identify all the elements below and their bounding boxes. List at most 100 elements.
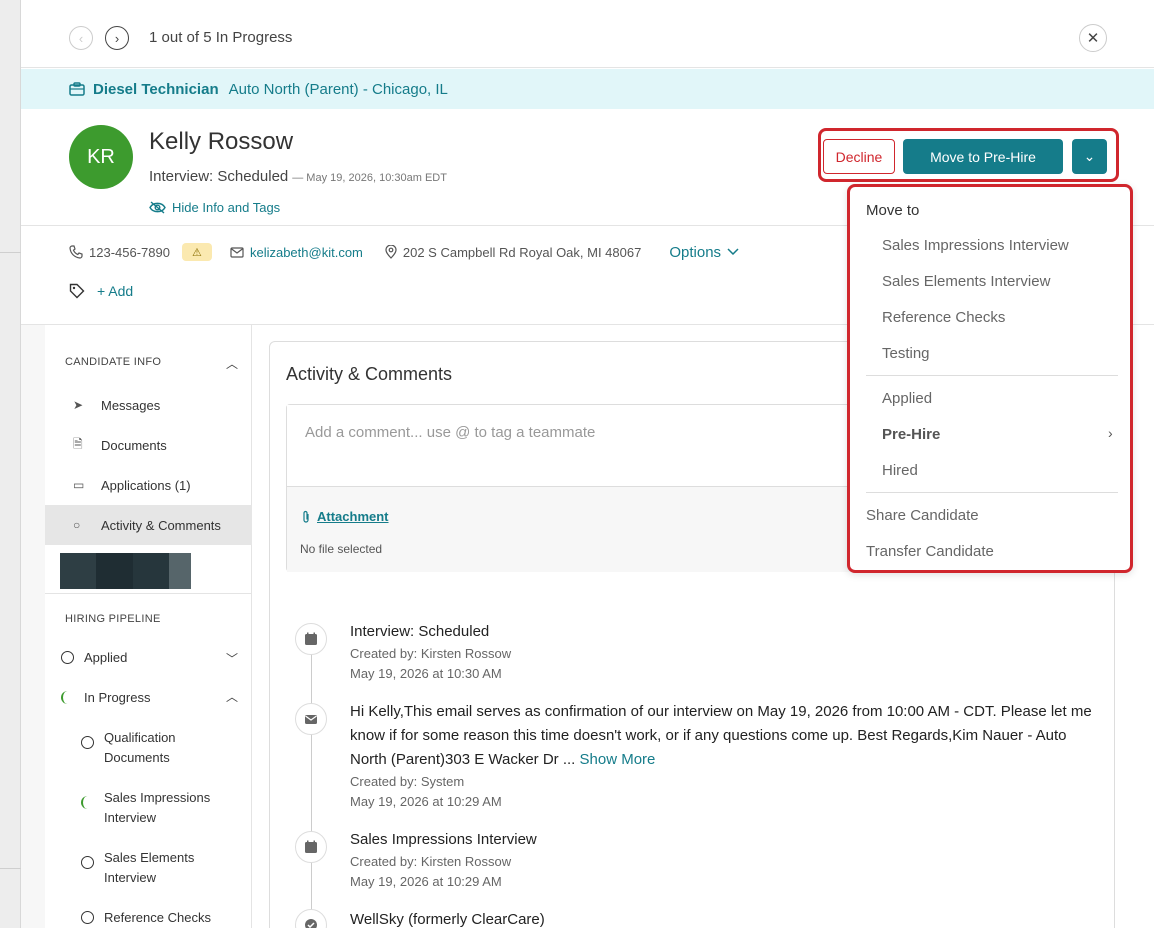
attachment-button[interactable]: Attachment: [301, 509, 389, 524]
entry-date: May 19, 2026 at 10:30 AM: [350, 666, 502, 681]
entry-title: Interview: Scheduled: [350, 623, 490, 640]
menu-item-reference-checks[interactable]: Reference Checks: [882, 309, 1005, 326]
entry-created: Created by: Kirsten Rossow: [350, 854, 512, 869]
move-to-pre-hire-button[interactable]: Move to Pre-Hire: [903, 139, 1063, 174]
in-progress-icon: [81, 796, 94, 809]
menu-item-pre-hire[interactable]: Pre-Hire: [882, 426, 940, 443]
sidebar-item-label: Applications (1): [101, 477, 191, 493]
timeline-entry: Interview: Scheduled Created by: Kirsten…: [350, 620, 1100, 684]
menu-item-sales-impressions[interactable]: Sales Impressions Interview: [882, 237, 1069, 254]
sidebar-item-label: Activity & Comments: [101, 517, 221, 533]
pipeline-applied[interactable]: Applied: [61, 648, 127, 668]
email-body: Hi Kelly,This email serves as confirmati…: [350, 703, 1092, 768]
chevron-down-icon[interactable]: ﹀: [226, 650, 238, 667]
status-text: Interview: Scheduled: [149, 168, 289, 185]
sidebar-item-label: Documents: [101, 437, 167, 453]
candidate-panel: ‹ › 1 out of 5 In Progress ✕ Diesel Tech…: [21, 0, 1154, 928]
entry-title: Hi Kelly,This email serves as confirmati…: [350, 700, 1100, 772]
add-tag-button[interactable]: + Add: [97, 283, 133, 299]
address: 202 S Campbell Rd Royal Oak, MI 48067: [385, 245, 641, 260]
contact-row: 123-456-7890 ⚠ kelizabeth@kit.com 202 S …: [69, 242, 739, 262]
timeline-line: [311, 652, 312, 928]
comment-icon: ○: [73, 518, 81, 532]
hiring-pipeline-heading: HIRING PIPELINE: [65, 613, 161, 625]
timeline-entry: WellSky (formerly ClearCare): [350, 908, 1100, 928]
left-gutter: [21, 325, 45, 928]
menu-item-applied[interactable]: Applied: [882, 390, 932, 407]
pipeline-label: Qualification Documents: [104, 730, 176, 765]
chevron-down-icon: [727, 248, 739, 256]
close-icon: ✕: [1086, 30, 1100, 47]
address-text: 202 S Campbell Rd Royal Oak, MI 48067: [402, 244, 642, 260]
pipeline-reference-checks[interactable]: Reference Checks: [81, 908, 231, 928]
calendar-icon: [295, 623, 327, 655]
pipeline-label: Sales Elements Interview: [104, 850, 195, 885]
menu-divider: [866, 492, 1118, 493]
pipeline-sales-impressions[interactable]: Sales Impressions Interview: [81, 788, 221, 828]
dropdown-heading: Move to: [866, 202, 920, 219]
warning-icon[interactable]: ⚠: [181, 243, 212, 261]
status-circle-icon: [61, 651, 74, 664]
status-date: — May 19, 2026, 10:30am EDT: [292, 172, 447, 184]
menu-item-transfer-candidate[interactable]: Transfer Candidate: [866, 543, 994, 560]
phone-icon: [69, 245, 83, 259]
pipeline-sales-elements[interactable]: Sales Elements Interview: [81, 848, 221, 888]
calendar-icon: [295, 831, 327, 863]
hide-info-link[interactable]: Hide Info and Tags: [149, 200, 280, 215]
move-options-toggle[interactable]: ⌄: [1072, 139, 1107, 174]
chevron-right-icon: ›: [1108, 425, 1113, 441]
candidate-info-heading[interactable]: CANDIDATE INFO: [65, 356, 161, 368]
briefcase-icon: [69, 82, 85, 96]
status-circle-icon: [81, 911, 94, 924]
tag-icon: [69, 283, 85, 299]
chevron-up-icon[interactable]: ︿: [226, 688, 238, 705]
status-circle-icon: [81, 856, 94, 869]
divider: [45, 593, 252, 594]
entry-title: Sales Impressions Interview: [350, 831, 537, 848]
show-more-link[interactable]: Show More: [580, 751, 656, 768]
email-link[interactable]: kelizabeth@kit.com: [250, 245, 363, 260]
status-circle-icon: [81, 736, 94, 749]
entry-created: Created by: System: [350, 774, 465, 789]
entry-date: May 19, 2026 at 10:29 AM: [350, 794, 502, 809]
pipeline-qualification-documents[interactable]: Qualification Documents: [81, 728, 221, 768]
in-progress-icon: [61, 691, 74, 704]
menu-item-share-candidate[interactable]: Share Candidate: [866, 507, 979, 524]
job-title[interactable]: Diesel Technician: [93, 81, 219, 98]
move-to-dropdown: Move to Sales Impressions Interview Sale…: [847, 184, 1133, 573]
decline-button[interactable]: Decline: [823, 139, 895, 174]
menu-item-testing[interactable]: Testing: [882, 345, 930, 362]
phone: 123-456-7890 ⚠: [69, 243, 212, 261]
next-candidate-button[interactable]: ›: [105, 26, 129, 50]
candidate-status: Interview: Scheduled — May 19, 2026, 10:3…: [149, 168, 447, 185]
chevron-down-icon: ⌄: [1083, 148, 1096, 164]
chevron-right-icon: ›: [114, 30, 120, 46]
sidebar-item-messages[interactable]: ➤ Messages: [45, 385, 252, 425]
avatar: KR: [69, 125, 133, 189]
send-icon: ➤: [73, 398, 84, 412]
phone-number[interactable]: 123-456-7890: [89, 245, 170, 260]
close-button[interactable]: ✕: [1079, 24, 1107, 52]
entry-date: May 19, 2026 at 10:29 AM: [350, 874, 502, 889]
sidebar-item-documents[interactable]: 🗎 Documents: [45, 425, 252, 465]
menu-item-hired[interactable]: Hired: [882, 462, 918, 479]
email: kelizabeth@kit.com: [230, 245, 363, 260]
top-nav: ‹ › 1 out of 5 In Progress ✕: [21, 0, 1154, 68]
options-dropdown[interactable]: Options: [669, 244, 739, 261]
pipeline-label: Reference Checks: [104, 910, 211, 925]
chevron-up-icon[interactable]: ︿: [226, 355, 238, 372]
chevron-left-icon: ‹: [78, 30, 84, 46]
prev-candidate-button[interactable]: ‹: [69, 26, 93, 50]
sidebar-item-applications[interactable]: ▭ Applications (1): [45, 465, 252, 505]
pipeline-label: In Progress: [84, 690, 151, 705]
entry-created: Created by: Kirsten Rossow: [350, 646, 512, 661]
progress-text: 1 out of 5 In Progress: [149, 29, 293, 46]
backdrop-left: [0, 0, 21, 928]
mail-icon: [295, 703, 327, 735]
sidebar-item-activity[interactable]: ○ Activity & Comments: [45, 505, 252, 545]
pipeline-in-progress[interactable]: In Progress: [61, 688, 150, 708]
paperclip-icon: [303, 510, 309, 523]
mail-icon: [230, 246, 244, 258]
menu-item-sales-elements[interactable]: Sales Elements Interview: [882, 273, 1050, 290]
tags-row: + Add: [69, 283, 133, 299]
